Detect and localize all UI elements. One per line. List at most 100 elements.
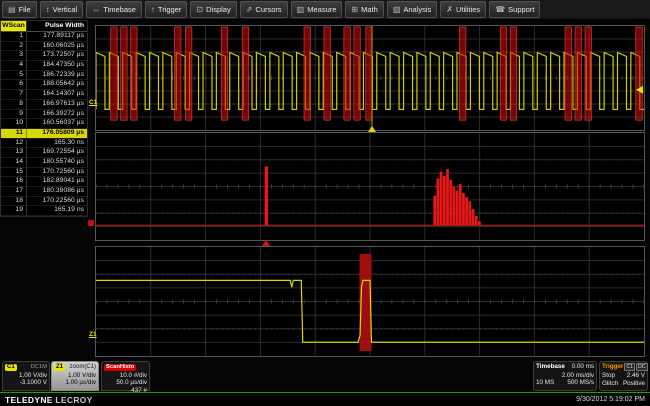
row-index: 10 bbox=[1, 119, 27, 128]
horizontal-arrows-icon: ↔ bbox=[92, 6, 100, 14]
timebase-title: Timebase bbox=[536, 363, 565, 372]
menu-support-button[interactable]: ☎Support bbox=[489, 1, 540, 18]
c1-offset: -3.1000 V bbox=[5, 379, 47, 387]
pulse-width-value: 180.39086 µs bbox=[27, 187, 87, 196]
wavescan-row-15[interactable]: 15170.72560 µs bbox=[1, 168, 87, 178]
wavescan-results-table: WScan Pulse Width 1177.89117 µs2160.0602… bbox=[0, 20, 88, 217]
wavescan-row-16[interactable]: 16182.89041 µs bbox=[1, 177, 87, 187]
table-header-row: WScan Pulse Width bbox=[1, 21, 87, 32]
wavescan-row-5[interactable]: 5186.72339 µs bbox=[1, 71, 87, 81]
pulse-width-value: 176.05809 µs bbox=[27, 129, 87, 138]
file-icon: ▤ bbox=[8, 6, 16, 14]
row-index: 6 bbox=[1, 80, 27, 89]
scanhisto-ydiv: 10.0 #/div bbox=[104, 372, 147, 380]
menu-display-button[interactable]: ⊡Display bbox=[190, 1, 236, 18]
row-index: 9 bbox=[1, 110, 27, 119]
row-index: 11 bbox=[1, 129, 27, 138]
timebase-box[interactable]: Timebase 0.00 ms 2.00 ms/div 10 MS 500 M… bbox=[533, 361, 597, 391]
wavescan-row-19[interactable]: 19165.19 ns bbox=[1, 206, 87, 216]
z1-zoom-grid[interactable]: Z1 bbox=[95, 246, 645, 357]
trigger-box[interactable]: Trigger C1DC Stop 2.46 V Glitch Positive bbox=[599, 361, 648, 391]
scanhisto-baseline-marker bbox=[88, 220, 94, 226]
menu-measure-button[interactable]: ▥Measure bbox=[291, 1, 343, 18]
c1-trace-label: C1 bbox=[89, 99, 97, 106]
menu-label: Measure bbox=[307, 5, 336, 14]
menu-utilities-button[interactable]: ✗Utilities bbox=[440, 1, 486, 18]
trigger-type: Glitch bbox=[602, 380, 618, 389]
scanhisto-grid[interactable] bbox=[95, 132, 645, 241]
z1-zoom-plot bbox=[96, 247, 644, 356]
wavescan-row-1[interactable]: 1177.89117 µs bbox=[1, 32, 87, 42]
z1-descriptor-box[interactable]: Z1 zoom(C1) 1.00 V/div 1.00 µs/div bbox=[51, 361, 99, 391]
pulse-width-value: 164.14307 µs bbox=[27, 90, 87, 99]
trigger-coupling-badge: DC bbox=[636, 363, 648, 371]
pulse-width-value: 173.72507 µs bbox=[27, 51, 87, 60]
pulse-width-value: 165.19 ns bbox=[27, 206, 87, 215]
wavescan-row-10[interactable]: 10160.56037 µs bbox=[1, 119, 87, 129]
footer-bar: TELEDYNE LECROY 9/30/2012 5:19:02 PM bbox=[0, 393, 650, 406]
c1-vdiv: 1.00 V/div bbox=[5, 372, 47, 380]
wavescan-row-12[interactable]: 12165.30 ns bbox=[1, 139, 87, 149]
z1-badge: Z1 bbox=[54, 364, 65, 372]
row-index: 8 bbox=[1, 100, 27, 109]
menu-analysis-button[interactable]: ▨Analysis bbox=[387, 1, 438, 18]
pulse-width-value: 165.30 ns bbox=[27, 139, 87, 148]
scanhisto-badge: ScanHisto bbox=[104, 364, 136, 372]
timebase-scale: 2.00 ms/div bbox=[536, 372, 594, 380]
pulse-width-value: 169.72554 µs bbox=[27, 148, 87, 157]
pulse-width-value: 166.39272 µs bbox=[27, 110, 87, 119]
z1-tdiv: 1.00 µs/div bbox=[54, 379, 96, 387]
z1-source: zoom(C1) bbox=[70, 363, 96, 372]
row-index: 5 bbox=[1, 71, 27, 80]
menu-bar: ▤File↕Vertical↔Timebase↑Trigger⊡Display⇗… bbox=[0, 0, 650, 20]
pulse-width-value: 177.89117 µs bbox=[27, 32, 87, 41]
row-index: 16 bbox=[1, 177, 27, 186]
histogram-marker-icon bbox=[262, 240, 270, 246]
wscan-header[interactable]: WScan bbox=[1, 21, 27, 31]
z1-trace-label: Z1 bbox=[89, 331, 97, 338]
cursor-icon: ⇗ bbox=[246, 6, 253, 14]
pulse-width-value: 166.97613 µs bbox=[27, 100, 87, 109]
c1-badge: C1 bbox=[5, 364, 17, 372]
wavescan-row-8[interactable]: 8166.97613 µs bbox=[1, 100, 87, 110]
menu-label: Analysis bbox=[403, 5, 431, 14]
analysis-icon: ▨ bbox=[393, 6, 401, 14]
scanhisto-plot bbox=[96, 133, 644, 240]
pulse-width-header[interactable]: Pulse Width bbox=[27, 21, 87, 31]
wavescan-row-3[interactable]: 3173.72507 µs bbox=[1, 51, 87, 61]
zoom-position-marker-icon[interactable] bbox=[368, 126, 376, 132]
row-index: 13 bbox=[1, 148, 27, 157]
brand-logo: TELEDYNE LECROY bbox=[5, 395, 93, 405]
wavescan-row-2[interactable]: 2160.06025 µs bbox=[1, 42, 87, 52]
wavescan-row-7[interactable]: 7164.14307 µs bbox=[1, 90, 87, 100]
pulse-width-value: 180.55740 µs bbox=[27, 158, 87, 167]
datetime-label: 9/30/2012 5:19:02 PM bbox=[576, 396, 645, 403]
menu-cursors-button[interactable]: ⇗Cursors bbox=[240, 1, 288, 18]
scanhisto-descriptor-box[interactable]: ScanHisto 10.0 #/div 50.0 µs/div 437 # bbox=[101, 361, 150, 391]
menu-trigger-button[interactable]: ↑Trigger bbox=[145, 1, 187, 18]
menu-vertical-button[interactable]: ↕Vertical bbox=[40, 1, 84, 18]
pulse-width-value: 170.72560 µs bbox=[27, 168, 87, 177]
row-index: 17 bbox=[1, 187, 27, 196]
menu-math-button[interactable]: ⊞Math bbox=[345, 1, 383, 18]
row-index: 4 bbox=[1, 61, 27, 70]
wavescan-row-4[interactable]: 4184.47350 µs bbox=[1, 61, 87, 71]
wavescan-row-13[interactable]: 13169.72554 µs bbox=[1, 148, 87, 158]
wavescan-row-17[interactable]: 17180.39086 µs bbox=[1, 187, 87, 197]
wavescan-row-18[interactable]: 18170.22560 µs bbox=[1, 197, 87, 207]
menu-label: Utilities bbox=[456, 5, 480, 14]
wavescan-row-9[interactable]: 9166.39272 µs bbox=[1, 110, 87, 120]
math-icon: ⊞ bbox=[351, 6, 358, 14]
trigger-source-badge: C1 bbox=[624, 363, 635, 371]
wavescan-row-14[interactable]: 14180.55740 µs bbox=[1, 158, 87, 168]
menu-timebase-button[interactable]: ↔Timebase bbox=[86, 1, 142, 18]
menu-file-button[interactable]: ▤File bbox=[2, 1, 37, 18]
wavescan-row-6[interactable]: 6188.05642 µs bbox=[1, 80, 87, 90]
wavescan-row-11[interactable]: 11176.05809 µs bbox=[1, 129, 87, 139]
trigger-slope: Positive bbox=[623, 380, 645, 389]
c1-waveform-grid[interactable]: C1 bbox=[95, 25, 645, 131]
row-index: 1 bbox=[1, 32, 27, 41]
pulse-width-value: 182.89041 µs bbox=[27, 177, 87, 186]
c1-descriptor-box[interactable]: C1 DC1M 1.00 V/div -3.1000 V bbox=[2, 361, 50, 391]
support-icon: ☎ bbox=[495, 6, 505, 14]
